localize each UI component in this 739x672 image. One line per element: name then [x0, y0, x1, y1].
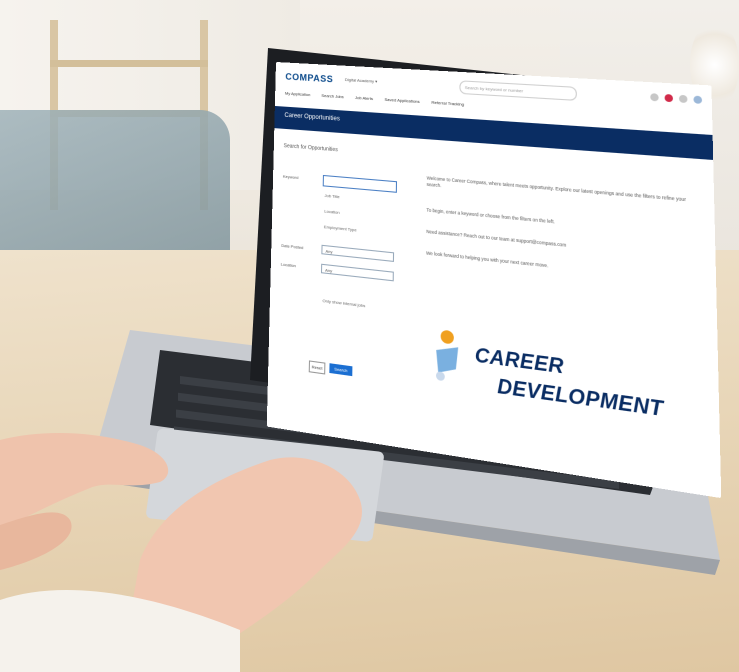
help-icon[interactable]	[678, 94, 688, 104]
checkbox-location[interactable]: Location	[324, 208, 339, 215]
location-select[interactable]: Any	[320, 263, 394, 282]
career-heading-line1: CAREER	[474, 343, 564, 379]
location-label: Location	[280, 261, 296, 269]
checkbox-job-title[interactable]: Job Title	[325, 193, 340, 200]
keyword-input[interactable]	[322, 174, 398, 193]
header-icons	[650, 93, 703, 104]
date-posted-select[interactable]: Any	[321, 244, 395, 262]
main-nav: My Application Search Jobs Job Alerts Sa…	[285, 91, 475, 108]
reset-button[interactable]: Reset	[308, 360, 326, 375]
tenant-selector[interactable]: Digital Academy ▾	[345, 77, 377, 84]
career-illustration	[435, 329, 459, 382]
career-heading-line2: DEVELOPMENT	[497, 374, 664, 421]
app-logo[interactable]: COMPASS	[285, 72, 333, 85]
section-title: Career Opportunities	[284, 112, 340, 123]
nav-item-job-alerts[interactable]: Job Alerts	[355, 95, 373, 101]
checkbox-employment-type[interactable]: Employment Type	[324, 224, 357, 233]
nav-item-saved[interactable]: Saved Applications	[384, 97, 419, 104]
nav-item-applications[interactable]: My Application	[285, 91, 311, 98]
keyword-label: Keyword	[282, 173, 299, 181]
bell-icon[interactable]	[650, 93, 659, 102]
shirt-sleeve	[0, 590, 240, 672]
search-input[interactable]: Search by keyword or number	[459, 80, 577, 101]
info-text-1: Welcome to Career Compass, where talent …	[426, 175, 686, 203]
internal-jobs-checkbox[interactable]: Only show internal jobs	[322, 298, 365, 308]
form-title: Search for Opportunities	[283, 143, 338, 154]
nav-item-search-jobs[interactable]: Search Jobs	[321, 93, 343, 99]
pin-icon[interactable]	[664, 93, 674, 103]
avatar[interactable]	[693, 95, 703, 104]
date-posted-label: Date Posted	[281, 242, 304, 251]
laptop-screen: COMPASS Digital Academy ▾ Search by keyw…	[266, 62, 722, 499]
search-button[interactable]: Search Jobs	[329, 363, 353, 383]
sofa	[0, 110, 230, 270]
nav-item-referrals[interactable]: Referral Tracking	[431, 100, 464, 107]
